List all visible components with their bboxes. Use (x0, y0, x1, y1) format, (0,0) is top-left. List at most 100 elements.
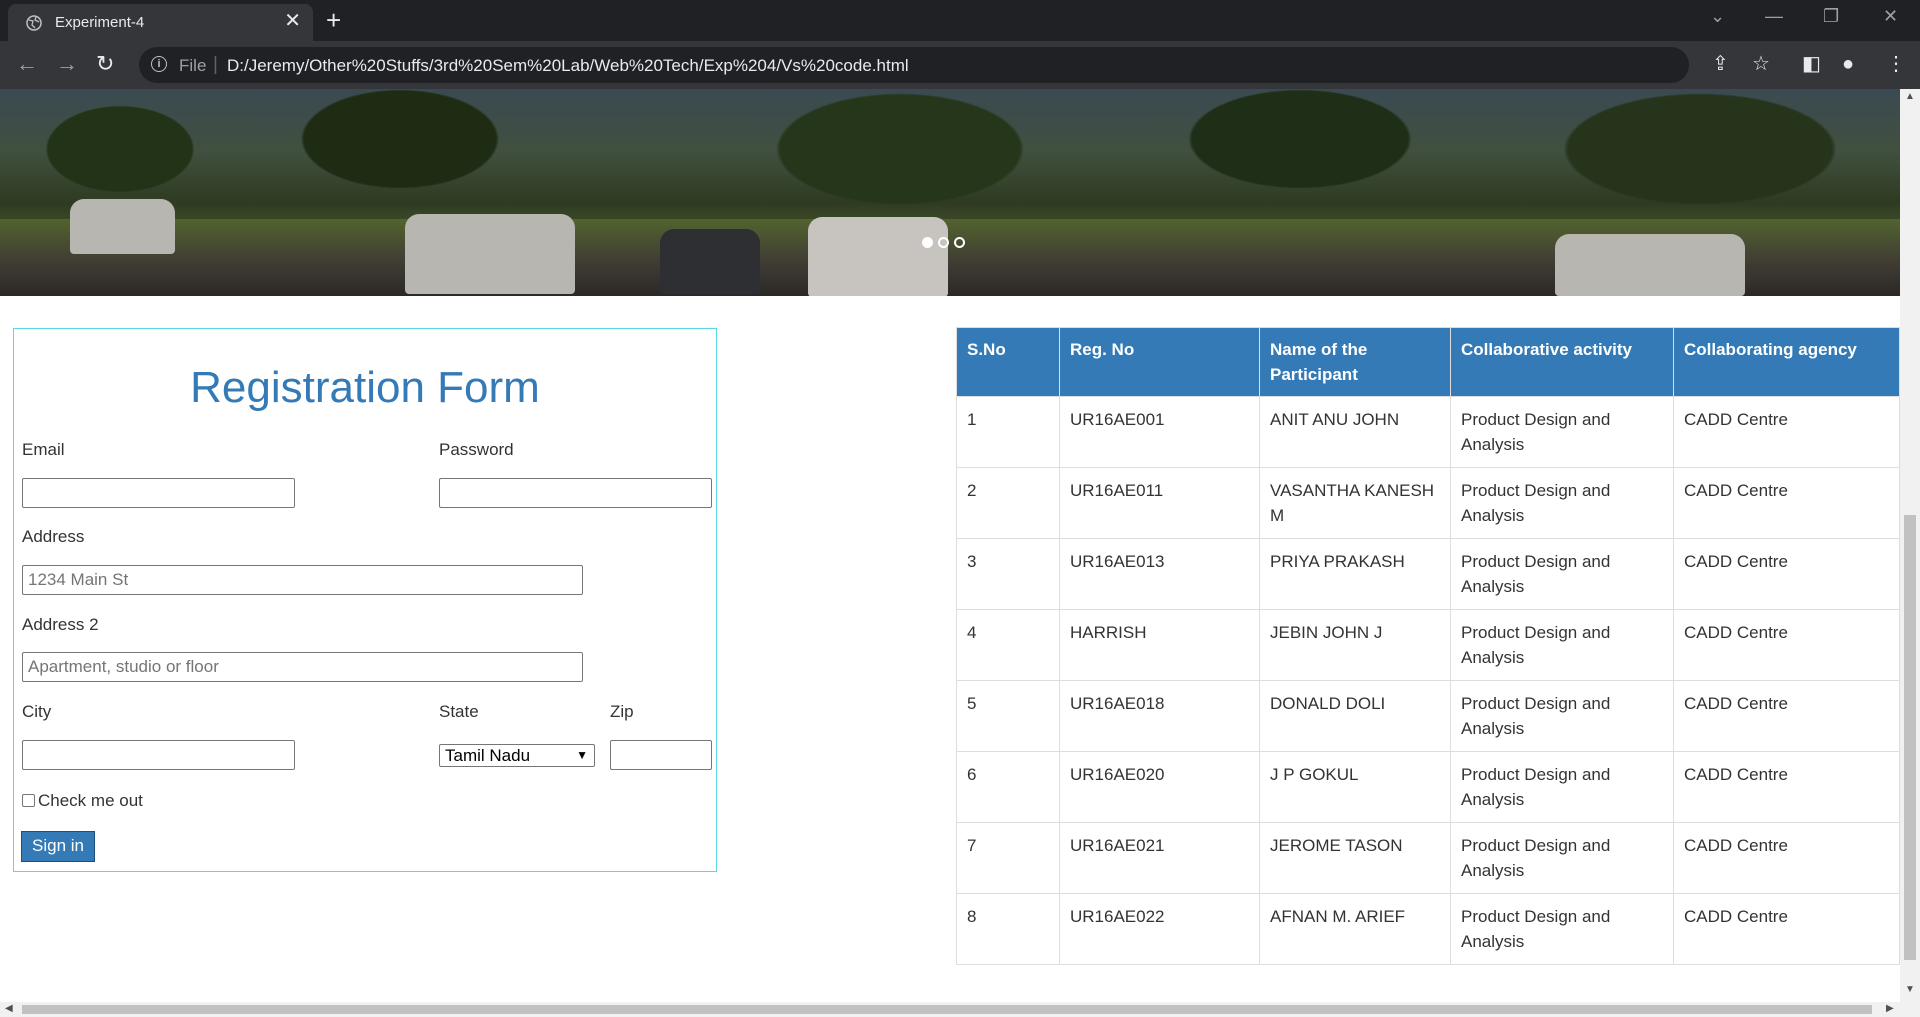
check-me-out-checkbox[interactable] (22, 794, 35, 807)
table-cell-name: DONALD DOLI (1259, 680, 1451, 752)
zip-input[interactable] (610, 740, 712, 770)
reload-icon[interactable]: ↻ (96, 53, 114, 75)
form-title: Registration Form (190, 363, 540, 412)
table-cell-name: PRIYA PRAKASH (1259, 538, 1451, 610)
new-tab-icon[interactable]: + (326, 6, 341, 34)
table-cell-activity: Product Design and Analysis (1450, 751, 1674, 823)
carousel-indicator[interactable] (922, 237, 933, 248)
zip-label: Zip (610, 702, 634, 721)
close-tab-icon[interactable]: ✕ (284, 11, 301, 31)
url-separator: | (213, 54, 218, 75)
table-cell-sno: 1 (956, 396, 1060, 468)
scroll-up-icon[interactable]: ▲ (1905, 91, 1915, 102)
table-cell-name: JEBIN JOHN J (1259, 609, 1451, 681)
scroll-left-icon[interactable]: ◀ (5, 1003, 13, 1014)
table-cell-regno: UR16AE011 (1059, 467, 1260, 539)
address-bar[interactable]: i File | D:/Jeremy/Other%20Stuffs/3rd%20… (139, 47, 1689, 83)
table-row: 5 UR16AE018 DONALD DOLI Product Design and … (956, 680, 1900, 752)
table-cell-name: VASANTHA KANESH M (1259, 467, 1451, 539)
carousel-car (660, 229, 760, 294)
table-cell-sno: 5 (956, 680, 1060, 752)
table-header-sno: S.No (956, 327, 1060, 397)
table-row: 8 UR16AE022 AFNAN M. ARIEF Product Design a… (956, 893, 1900, 965)
state-select-value: Tamil Nadu (445, 746, 531, 765)
tab-search-icon[interactable]: ⌄ (1710, 6, 1725, 27)
sign-in-button[interactable]: Sign in (21, 831, 95, 862)
url-text[interactable]: D:/Jeremy/Other%20Stuffs/3rd%20Sem%20Lab… (227, 56, 909, 76)
table-cell-regno: UR16AE013 (1059, 538, 1260, 610)
table-header-activity: Collaborative activity (1450, 327, 1674, 397)
table-row: 3 UR16AE013 PRIYA PRAKASH Product Design an… (956, 538, 1900, 610)
carousel-indicator[interactable] (954, 237, 965, 248)
tab-bar: Experiment-4 ✕ + ⌄ — ❐ ✕ (0, 0, 1920, 41)
browser-toolbar: ← → ↻ i File | D:/Jeremy/Other%20Stuffs/… (0, 41, 1920, 89)
table-cell-activity: Product Design and Analysis (1450, 822, 1674, 894)
profile-icon[interactable]: ● (1842, 53, 1854, 75)
email-input[interactable] (22, 478, 295, 508)
password-input[interactable] (439, 478, 712, 508)
table-cell-sno: 7 (956, 822, 1060, 894)
table-cell-activity: Product Design and Analysis (1450, 893, 1674, 965)
info-icon[interactable]: i (151, 56, 167, 72)
table-cell-sno: 8 (956, 893, 1060, 965)
close-window-icon[interactable]: ✕ (1883, 6, 1898, 27)
city-input[interactable] (22, 740, 295, 770)
table-cell-regno: UR16AE018 (1059, 680, 1260, 752)
carousel-indicators (922, 235, 970, 253)
browser-tab[interactable]: Experiment-4 ✕ (8, 4, 313, 41)
password-label: Password (439, 440, 514, 459)
table-cell-agency: CADD Centre (1673, 467, 1900, 539)
page-viewport: Registration Form Email Password Address… (0, 89, 1900, 1002)
table-row: 1 UR16AE001 ANIT ANU JOHN Product Design an… (956, 396, 1900, 468)
back-icon[interactable]: ← (16, 53, 38, 75)
table-cell-activity: Product Design and Analysis (1450, 680, 1674, 752)
carousel-car (405, 214, 575, 294)
table-cell-agency: CADD Centre (1673, 396, 1900, 468)
restore-icon[interactable]: ❐ (1823, 6, 1839, 27)
horizontal-scroll-thumb[interactable] (22, 1005, 1872, 1014)
table-cell-sno: 3 (956, 538, 1060, 610)
table-row: 7 UR16AE021 JEROME TASON Product Design and… (956, 822, 1900, 894)
table-cell-agency: CADD Centre (1673, 538, 1900, 610)
state-label: State (439, 702, 479, 721)
table-header-regno: Reg. No (1059, 327, 1260, 397)
minimize-icon[interactable]: — (1765, 6, 1783, 27)
bookmark-star-icon[interactable]: ☆ (1752, 53, 1770, 75)
table-cell-activity: Product Design and Analysis (1450, 396, 1674, 468)
table-row: 4 HARRISH JEBIN JOHN J Product Design and A… (956, 609, 1900, 681)
table-cell-agency: CADD Centre (1673, 751, 1900, 823)
table-cell-name: JEROME TASON (1259, 822, 1451, 894)
table-cell-regno: UR16AE022 (1059, 893, 1260, 965)
side-panel-icon[interactable]: ◧ (1802, 53, 1821, 75)
carousel-car (1555, 234, 1745, 296)
vertical-scroll-thumb[interactable] (1904, 515, 1916, 960)
menu-icon[interactable]: ⋮ (1886, 53, 1906, 75)
table-cell-sno: 2 (956, 467, 1060, 539)
state-select[interactable]: Tamil Nadu ▼ (439, 744, 595, 767)
address2-input[interactable]: Apartment, studio or floor (22, 652, 583, 682)
table-row: 6 UR16AE020 J P GOKUL Product Design and An… (956, 751, 1900, 823)
address-input[interactable]: 1234 Main St (22, 565, 583, 595)
table-cell-name: J P GOKUL (1259, 751, 1451, 823)
vertical-scrollbar[interactable]: ▲ ▼ (1900, 89, 1920, 1002)
carousel-image-trees (0, 89, 1900, 219)
table-cell-activity: Product Design and Analysis (1450, 467, 1674, 539)
participants-table: S.No Reg. No Name of the Participant Col… (956, 327, 1900, 965)
carousel-car (70, 199, 175, 254)
table-cell-agency: CADD Centre (1673, 609, 1900, 681)
table-header-name: Name of the Participant (1259, 327, 1451, 397)
table-cell-regno: UR16AE001 (1059, 396, 1260, 468)
horizontal-scrollbar[interactable]: ◀ ▶ (0, 1002, 1920, 1017)
tab-title: Experiment-4 (55, 14, 145, 31)
table-cell-agency: CADD Centre (1673, 680, 1900, 752)
email-label: Email (22, 440, 65, 459)
scroll-right-icon[interactable]: ▶ (1886, 1003, 1894, 1014)
table-cell-activity: Product Design and Analysis (1450, 609, 1674, 681)
scroll-down-icon[interactable]: ▼ (1905, 984, 1915, 995)
forward-icon[interactable]: → (56, 53, 78, 75)
globe-icon (26, 15, 42, 31)
carousel-indicator[interactable] (938, 237, 949, 248)
share-icon[interactable]: ⇪ (1712, 53, 1729, 75)
table-cell-agency: CADD Centre (1673, 893, 1900, 965)
city-label: City (22, 702, 52, 721)
